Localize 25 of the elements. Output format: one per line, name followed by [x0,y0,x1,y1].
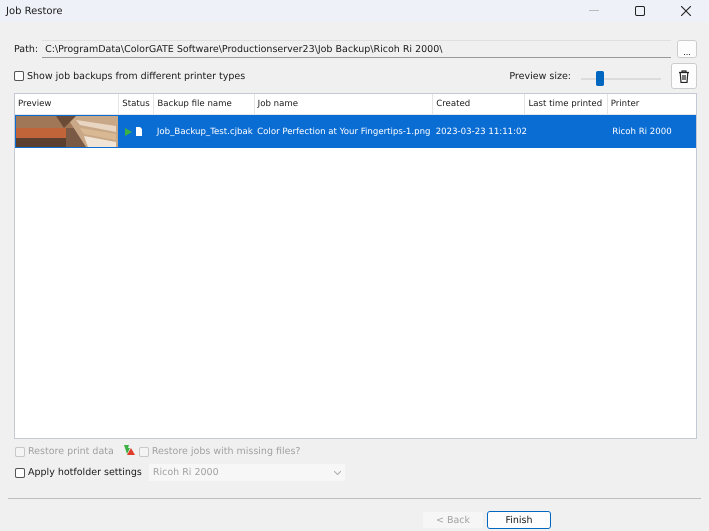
checkbox-label: Apply hotfolder settings [28,467,142,478]
browse-button[interactable]: ... [677,40,697,58]
flag-warning-icon [124,445,135,455]
checkbox[interactable] [15,468,25,478]
table-cell: 2023-03-23 11:11:02 [436,126,527,136]
checkbox-label: Restore jobs with missing files? [152,446,300,457]
checkbox-label: Restore print data [28,446,114,457]
wizard-button[interactable]: Finish [487,511,551,529]
table-cell: Color Perfection at Your Fingertips-1.png [257,126,430,136]
table-cell: Job_Backup_Test.cjbak [156,126,253,136]
window-title: Job Restore [6,6,64,16]
table-cell: Ricoh Ri 2000 [612,126,672,136]
preview-size-label: Preview size: [509,70,571,82]
table-row[interactable]: Job_Backup_Test.cjbak Color Perfection at Your Fingertips-1.png 2023-03-23 11:11:02 Ricoh Ri 2000 [15,114,696,148]
slider-thumb[interactable] [596,71,604,86]
play-icon [124,128,132,136]
checkbox-label: Show job backups from different printer types [27,70,246,82]
checkbox[interactable] [14,71,24,81]
delete-button[interactable] [671,63,697,89]
path-field[interactable]: C:\ProgramData\ColorGATE Software\Productionserver23\Job Backup\Ricoh Ri 2000\ [42,40,671,58]
path-label: Path: [14,44,38,54]
document-icon [136,127,142,136]
preview-size-slider[interactable] [581,68,661,84]
chevron-down-icon [334,470,341,474]
trash-icon [678,70,690,82]
